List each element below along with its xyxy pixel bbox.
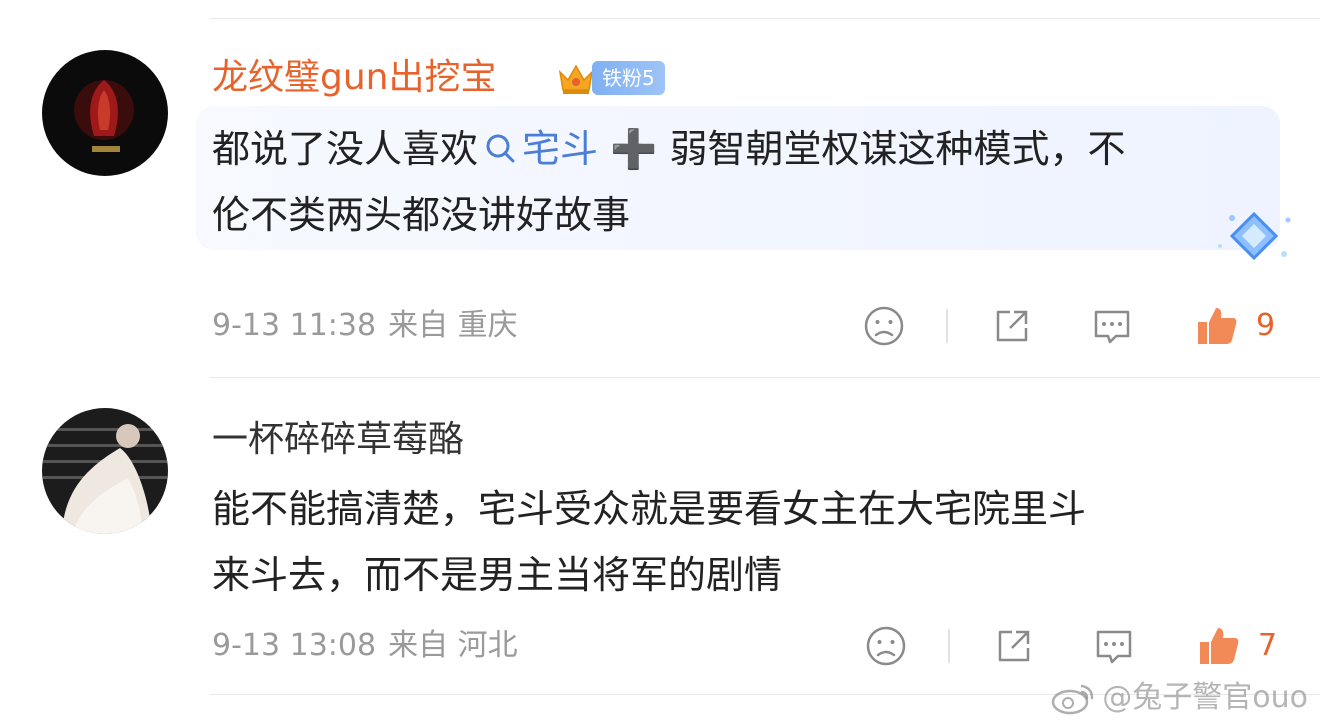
comment-text-line-2: 伦不类两头都没讲好故事 — [212, 193, 631, 237]
avatar[interactable] — [42, 408, 168, 534]
watermark-text: @兔子警官ouo — [1102, 680, 1308, 715]
watermark: @兔子警官ouo — [1050, 678, 1308, 718]
topic-link-label: 宅斗 — [522, 127, 599, 171]
comment-divider — [210, 377, 1320, 378]
crown-icon — [558, 64, 594, 94]
comment-icon[interactable] — [1090, 304, 1134, 348]
username[interactable]: 龙纹璧gun出挖宝 — [212, 56, 497, 100]
like-icon[interactable] — [1194, 304, 1238, 348]
action-separator — [948, 629, 950, 663]
comment-text-part: 弱智朝堂权谋这种模式，不 — [669, 127, 1126, 171]
comment-meta: 9-13 13:08 来自 河北 — [212, 626, 530, 666]
weibo-logo-icon — [1052, 684, 1094, 715]
comment-location: 来自 重庆 — [388, 308, 518, 343]
username[interactable]: 一杯碎碎草莓酪 — [212, 418, 464, 462]
top-divider — [210, 18, 1320, 19]
comment-icon[interactable] — [1092, 624, 1136, 668]
comment-date: 9-13 13:08 — [212, 628, 377, 663]
plus-emoji: ➕ — [610, 127, 658, 171]
emoji-icon[interactable] — [864, 624, 908, 668]
diamond-decoration-icon — [1218, 211, 1291, 261]
comment-location: 来自 河北 — [388, 628, 518, 663]
share-icon[interactable] — [990, 304, 1034, 348]
search-icon — [486, 134, 515, 163]
comment-text-line-1: 能不能搞清楚，宅斗受众就是要看女主在大宅院里斗 — [212, 487, 1087, 531]
comment-text-part: 都说了没人喜欢 — [212, 127, 479, 171]
fan-level-badge: 铁粉5 — [592, 61, 665, 95]
topic-link[interactable]: 宅斗 — [478, 127, 598, 171]
share-icon[interactable] — [992, 624, 1036, 668]
emoji-icon[interactable] — [862, 304, 906, 348]
like-icon[interactable] — [1196, 624, 1240, 668]
avatar[interactable] — [42, 50, 168, 176]
comment-date: 9-13 11:38 — [212, 308, 377, 343]
comment-text-line-1: 都说了没人喜欢 宅斗 ➕ 弱智朝堂权谋这种模式，不 — [212, 118, 1126, 180]
like-count: 7 — [1258, 628, 1278, 663]
comment-meta: 9-13 11:38 来自 重庆 — [212, 306, 530, 346]
action-separator — [946, 309, 948, 343]
fan-badge-group[interactable]: 铁粉5 — [556, 58, 665, 98]
comment-text-line-2: 来斗去，而不是男主当将军的剧情 — [212, 553, 783, 597]
like-count: 9 — [1256, 308, 1276, 343]
